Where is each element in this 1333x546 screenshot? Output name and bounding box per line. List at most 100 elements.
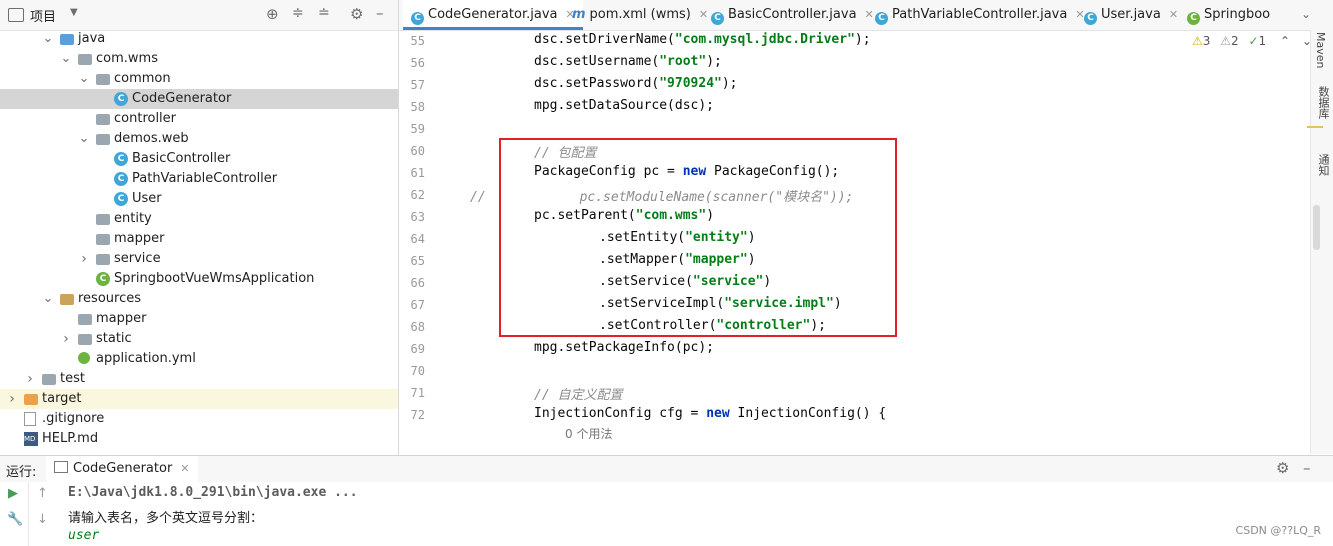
console-input[interactable]: user: [68, 528, 99, 543]
tree-item-label: entity: [114, 211, 152, 226]
tree-item-label: common: [114, 71, 171, 86]
chevron-down-icon[interactable]: ⌄: [78, 129, 90, 149]
tree-item-resources[interactable]: ⌄ resources: [0, 289, 398, 309]
arrow-down-icon[interactable]: ↓: [37, 512, 48, 527]
line-number: 55: [410, 34, 425, 48]
class-icon: C: [1084, 12, 1097, 25]
project-view-icon[interactable]: [8, 8, 24, 22]
tree-item-springbootvuewmsapplication[interactable]: C SpringbootVueWmsApplication: [0, 269, 398, 289]
tree-item-mapper[interactable]: mapper: [0, 229, 398, 249]
tree-item-test[interactable]: › test: [0, 369, 398, 389]
run-toolbar-2: ↑ ↓: [28, 482, 56, 546]
line-number: 67: [410, 298, 425, 312]
tree-item-common[interactable]: ⌄ common: [0, 69, 398, 89]
code-line: // 自定义配置: [534, 388, 623, 403]
tree-item-java[interactable]: ⌄ java: [0, 29, 398, 49]
maven-tool[interactable]: Maven: [1314, 32, 1327, 68]
usage-hint[interactable]: 0 个用法: [565, 425, 612, 442]
tab-label: PathVariableController.java: [892, 7, 1068, 22]
arrow-up-icon[interactable]: ↑: [37, 486, 48, 501]
code-line: dsc.setPassword("970924");: [534, 76, 738, 91]
chevron-right-icon[interactable]: ›: [6, 389, 18, 409]
line-number: 69: [410, 342, 425, 356]
folder-icon: [78, 314, 92, 325]
tree-item-controller[interactable]: controller: [0, 109, 398, 129]
tab-basiccontroller[interactable]: C BasicController.java ✕: [705, 0, 880, 30]
chevron-down-icon[interactable]: ⌄: [78, 69, 90, 89]
more-tabs-icon[interactable]: ⌄: [1301, 7, 1311, 21]
tree-item-label: target: [42, 391, 82, 406]
tab-codegenerator[interactable]: C CodeGenerator.java ✕: [403, 0, 583, 30]
spring-class-icon: C: [96, 272, 110, 286]
error-stripe-mark: [1307, 126, 1323, 128]
tree-item-static[interactable]: › static: [0, 329, 398, 349]
tree-item-service[interactable]: › service: [0, 249, 398, 269]
chevron-down-icon[interactable]: ▼: [70, 7, 78, 18]
scrollbar-thumb[interactable]: [1313, 205, 1320, 250]
tree-item-label: BasicController: [132, 151, 231, 166]
folder-icon: [60, 294, 74, 305]
run-console[interactable]: ▶ 🔧 ↑ ↓ E:\Java\jdk1.8.0_291\bin\java.ex…: [0, 482, 1333, 546]
folder-icon: [42, 374, 56, 385]
line-number: 61: [410, 166, 425, 180]
expand-all-icon[interactable]: ≑: [292, 5, 304, 21]
line-number: 62: [410, 188, 425, 202]
tab-springboot[interactable]: C Springboo: [1181, 0, 1308, 30]
package-icon: [96, 114, 110, 125]
tree-item-demos-web[interactable]: ⌄ demos.web: [0, 129, 398, 149]
tree-item-help-md[interactable]: MD HELP.md: [0, 429, 398, 449]
tree-item-label: mapper: [114, 231, 165, 246]
chevron-right-icon[interactable]: ›: [78, 249, 90, 269]
folder-icon: [78, 334, 92, 345]
notifications-tool[interactable]: 通知: [1315, 154, 1331, 176]
typo-count: 1: [1258, 34, 1267, 48]
line-number: 60: [410, 144, 425, 158]
project-panel-title[interactable]: 项目: [30, 6, 56, 25]
tab-pom[interactable]: m pom.xml (wms) ✕: [566, 0, 714, 30]
tree-item--gitignore[interactable]: .gitignore: [0, 409, 398, 429]
chevron-up-icon[interactable]: ⌃: [1280, 34, 1290, 48]
gear-icon[interactable]: ⚙: [1276, 459, 1289, 477]
tree-item-codegenerator[interactable]: C CodeGenerator: [0, 89, 398, 109]
line-number: 65: [410, 254, 425, 268]
tab-pathvariablecontroller[interactable]: C PathVariableController.java ✕: [869, 0, 1091, 30]
line-number: 72: [410, 408, 425, 422]
database-tool[interactable]: 数据库: [1315, 86, 1331, 119]
chevron-right-icon[interactable]: ›: [24, 369, 36, 389]
chevron-right-icon[interactable]: ›: [60, 329, 72, 349]
inspection-widget[interactable]: ⚠3 ⚠2 ✓1 ⌃ ⌄: [1192, 34, 1312, 48]
weak-warning-icon: ⚠: [1220, 34, 1231, 48]
wrench-icon[interactable]: 🔧: [7, 512, 23, 527]
line-number: 70: [410, 364, 425, 378]
line-number: 57: [410, 78, 425, 92]
rerun-icon[interactable]: ▶: [8, 486, 18, 501]
minimize-icon[interactable]: –: [1303, 459, 1311, 477]
chevron-down-icon[interactable]: ⌄: [42, 29, 54, 49]
tree-item-entity[interactable]: entity: [0, 209, 398, 229]
code-line: mpg.setDataSource(dsc);: [534, 98, 715, 113]
close-icon[interactable]: ✕: [1169, 8, 1178, 21]
tree-item-target[interactable]: › target: [0, 389, 398, 409]
run-config-tab[interactable]: CodeGenerator ✕: [46, 456, 198, 482]
tree-item-label: java: [78, 31, 106, 46]
tree-item-label: application.yml: [96, 351, 196, 366]
tree-item-label: service: [114, 251, 161, 266]
tree-item-application-yml[interactable]: application.yml: [0, 349, 398, 369]
minimize-icon[interactable]: –: [376, 4, 384, 22]
line-number: 64: [410, 232, 425, 246]
tree-item-pathvariablecontroller[interactable]: C PathVariableController: [0, 169, 398, 189]
tree-item-com-wms[interactable]: ⌄ com.wms: [0, 49, 398, 69]
gear-icon[interactable]: ⚙: [350, 5, 363, 23]
chevron-down-icon[interactable]: ⌄: [42, 289, 54, 309]
locate-icon[interactable]: ⊕: [266, 5, 279, 23]
code-line: InjectionConfig cfg = new InjectionConfi…: [534, 406, 887, 421]
chevron-down-icon[interactable]: ⌄: [60, 49, 72, 69]
line-number: 68: [410, 320, 425, 334]
close-icon[interactable]: ✕: [180, 462, 189, 475]
tree-item-basiccontroller[interactable]: C BasicController: [0, 149, 398, 169]
tab-user[interactable]: C User.java ✕: [1078, 0, 1184, 30]
tree-item-user[interactable]: C User: [0, 189, 398, 209]
collapse-all-icon[interactable]: ≐: [318, 5, 330, 21]
tree-item-mapper[interactable]: mapper: [0, 309, 398, 329]
project-panel-header: 项目 ▼ ⊕ ≑ ≐ ⚙ –: [0, 0, 398, 31]
